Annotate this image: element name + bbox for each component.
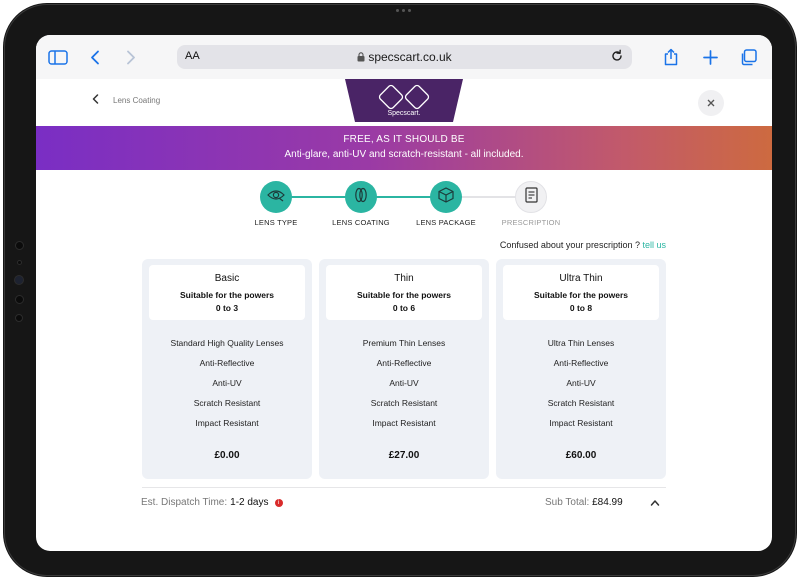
feature-item: Scratch Resistant [547,398,615,408]
step-prescription[interactable]: PRESCRIPTION [491,181,571,227]
url-display[interactable]: specscart.co.uk [177,50,632,65]
package-card-thin[interactable]: Thin Suitable for the powers 0 to 6 Prem… [319,259,489,479]
step-label: LENS TYPE [254,218,298,227]
package-card-basic[interactable]: Basic Suitable for the powers 0 to 3 Sta… [142,259,312,479]
back-button[interactable]: Lens Coating [92,91,160,109]
tablet-side-camera [14,241,24,322]
feature-item: Anti-UV [212,378,242,388]
package-power-range: 0 to 3 [215,303,239,313]
feature-item: Scratch Resistant [370,398,438,408]
step-lens-package[interactable]: LENS PACKAGE [406,181,486,227]
step-label: PRESCRIPTION [501,218,561,227]
feature-item: Anti-UV [389,378,419,388]
feature-item: Impact Resistant [372,418,436,428]
footer-divider [142,487,666,488]
tablet-frame: AA specscart.co.uk Lens Coating Specscar… [3,3,797,577]
feature-item: Standard High Quality Lenses [170,338,284,348]
package-price: £60.00 [565,450,597,461]
new-tab-icon[interactable] [703,48,718,66]
step-label: LENS PACKAGE [416,218,476,227]
tablet-screen: AA specscart.co.uk Lens Coating Specscar… [36,35,772,551]
tabs-overview-icon[interactable] [740,48,757,66]
feature-item: Anti-Reflective [553,358,609,368]
logo-wordmark: Specscart. [387,110,421,117]
package-name: Thin [394,273,414,284]
multitasking-dots [396,9,411,12]
dispatch-label: Est. Dispatch Time: [141,497,228,508]
feature-item: Scratch Resistant [193,398,261,408]
package-card-header: Thin Suitable for the powers 0 to 6 [326,265,482,320]
step-circle [345,181,377,213]
package-suitability: Suitable for the powers [357,290,451,300]
specscart-logo[interactable]: Specscart. [345,79,463,122]
package-power-range: 0 to 8 [569,303,593,313]
dispatch-value: 1-2 days [230,497,269,508]
url-text: specscart.co.uk [368,50,452,64]
feature-item: Impact Resistant [195,418,259,428]
chevron-left-icon [92,91,99,109]
address-bar[interactable]: AA specscart.co.uk [177,45,632,69]
step-lens-type[interactable]: LENS TYPE [236,181,316,227]
document-icon [524,186,538,208]
feature-item: Anti-Reflective [376,358,432,368]
feature-item: Anti-UV [566,378,596,388]
close-icon [707,94,715,112]
step-label: LENS COATING [332,218,390,227]
package-features: Standard High Quality Lenses Anti-Reflec… [142,337,312,437]
prescription-help: Confused about your prescription ? tell … [500,240,666,250]
subtotal-value: £84.99 [592,497,623,508]
step-circle [430,181,462,213]
package-features: Premium Thin Lenses Anti-Reflective Anti… [319,337,489,437]
subtotal: Sub Total: £84.99 [545,497,623,508]
package-features: Ultra Thin Lenses Anti-Reflective Anti-U… [496,337,666,437]
back-icon[interactable] [90,48,100,66]
close-button[interactable] [698,90,724,116]
package-card-header: Ultra Thin Suitable for the powers 0 to … [503,265,659,320]
lock-icon [357,51,365,65]
feature-item: Impact Resistant [549,418,613,428]
package-card-ultra-thin[interactable]: Ultra Thin Suitable for the powers 0 to … [496,259,666,479]
subtotal-label: Sub Total: [545,497,590,508]
share-icon[interactable] [663,48,679,66]
package-price: £27.00 [388,450,420,461]
dispatch-time: Est. Dispatch Time: 1-2 days i [141,497,283,508]
progress-stepper: LENS TYPE LENS COATING LENS PACKAGE PRES… [236,181,576,229]
box-icon [438,186,454,208]
package-name: Basic [214,273,240,284]
feature-item: Ultra Thin Lenses [547,338,615,348]
package-power-range: 0 to 6 [392,303,416,313]
step-circle [515,181,547,213]
help-text: Confused about your prescription ? [499,240,640,250]
step-circle [260,181,292,213]
package-card-header: Basic Suitable for the powers 0 to 3 [149,265,305,320]
browser-toolbar: AA specscart.co.uk [36,35,772,80]
chevron-up-icon[interactable] [650,494,660,512]
info-icon[interactable]: i [274,498,283,507]
package-name: Ultra Thin [559,273,603,284]
eye-icon [267,188,285,207]
step-lens-coating[interactable]: LENS COATING [321,181,401,227]
feature-item: Anti-Reflective [199,358,255,368]
package-suitability: Suitable for the powers [534,290,628,300]
package-suitability: Suitable for the powers [180,290,274,300]
tell-us-link[interactable]: tell us [642,240,666,250]
forward-icon[interactable] [126,48,136,66]
package-options: Basic Suitable for the powers 0 to 3 Sta… [142,259,666,479]
reload-icon[interactable] [610,49,624,68]
lens-icon [353,187,369,208]
feature-item: Premium Thin Lenses [362,338,446,348]
sidebar-toggle-icon[interactable] [48,48,68,66]
promo-heading: FREE, AS IT SHOULD BE [343,134,465,145]
package-price: £0.00 [214,450,240,461]
promo-description: Anti-glare, anti-UV and scratch-resistan… [284,149,524,160]
promo-banner: FREE, AS IT SHOULD BE Anti-glare, anti-U… [36,126,772,170]
breadcrumb: Lens Coating [113,95,161,105]
